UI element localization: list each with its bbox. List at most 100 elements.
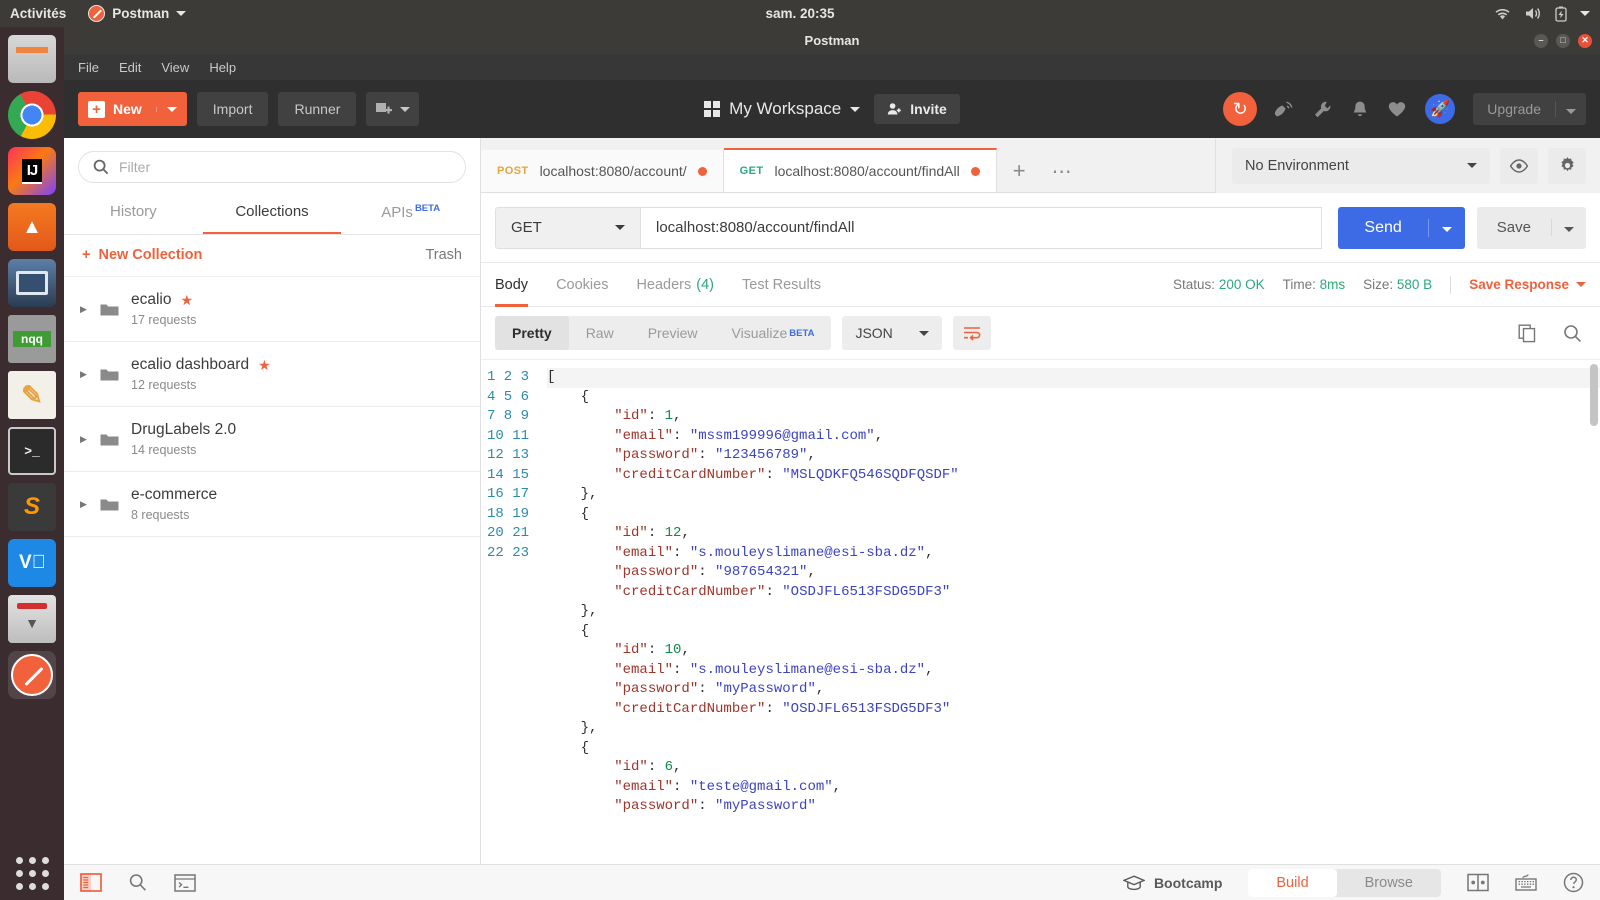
response-tab-headers[interactable]: Headers (4) bbox=[636, 263, 714, 307]
save-response-label: Save Response bbox=[1469, 277, 1569, 292]
view-mode-visualize[interactable]: Visualize BETA bbox=[715, 316, 832, 350]
system-clock[interactable]: sam. 20:35 bbox=[0, 6, 1600, 21]
heart-icon[interactable] bbox=[1387, 100, 1407, 119]
view-mode-preview[interactable]: Preview bbox=[631, 316, 715, 350]
collection-item-ecalio-dashboard[interactable]: ▶ ecalio dashboard ★ 12 requests bbox=[64, 342, 480, 407]
upgrade-caret[interactable] bbox=[1555, 101, 1586, 117]
environment-quick-look-button[interactable] bbox=[1500, 147, 1538, 184]
trash-button[interactable]: Trash bbox=[425, 247, 462, 263]
url-input[interactable]: localhost:8080/account/findAll bbox=[641, 206, 1323, 249]
response-format-selector[interactable]: JSON bbox=[842, 316, 942, 350]
maximize-button[interactable]: □ bbox=[1556, 33, 1570, 48]
response-tab-test-results[interactable]: Test Results bbox=[742, 263, 821, 307]
dock-item-terminal[interactable]: >_ bbox=[8, 427, 56, 475]
collection-item-e-commerce[interactable]: ▶ e-commerce 8 requests bbox=[64, 472, 480, 537]
chevron-down-icon[interactable] bbox=[1580, 11, 1590, 16]
close-button[interactable]: ✕ bbox=[1578, 33, 1592, 48]
response-scrollbar[interactable] bbox=[1590, 364, 1598, 426]
code-line: "id": 1, bbox=[547, 407, 1600, 427]
sidebar-tab-apis[interactable]: APIs BETA bbox=[341, 193, 480, 234]
volume-icon bbox=[1526, 8, 1540, 19]
save-dropdown-caret[interactable] bbox=[1551, 219, 1586, 236]
workspace-selector[interactable]: My Workspace bbox=[704, 99, 861, 119]
menu-edit[interactable]: Edit bbox=[119, 60, 141, 75]
save-button[interactable]: Save bbox=[1476, 206, 1586, 249]
new-tab-button[interactable]: + bbox=[997, 150, 1042, 192]
dock-item-postman[interactable] bbox=[8, 651, 56, 699]
view-mode-raw[interactable]: Raw bbox=[569, 316, 631, 350]
dock-item-files[interactable] bbox=[8, 35, 56, 83]
response-tab-cookies[interactable]: Cookies bbox=[556, 263, 608, 307]
dock-item-text-editor[interactable] bbox=[8, 371, 56, 419]
filter-input[interactable]: Filter bbox=[78, 151, 466, 183]
keyboard-shortcuts-icon[interactable] bbox=[1515, 873, 1537, 892]
browse-tab[interactable]: Browse bbox=[1337, 869, 1441, 897]
new-window-button[interactable] bbox=[366, 92, 420, 126]
chevron-right-icon[interactable]: ▶ bbox=[80, 369, 88, 380]
dock-item-intellij-idea[interactable]: IJ bbox=[8, 147, 56, 195]
sync-icon[interactable]: ↻ bbox=[1223, 92, 1258, 126]
menu-help[interactable]: Help bbox=[209, 60, 236, 75]
minimize-button[interactable]: – bbox=[1534, 33, 1548, 48]
collection-item-ecalio[interactable]: ▶ ecalio ★ 17 requests bbox=[64, 277, 480, 342]
dock-item-virtualbox[interactable] bbox=[8, 259, 56, 307]
save-response-button[interactable]: Save Response bbox=[1469, 277, 1586, 292]
rocket-icon[interactable]: 🚀 bbox=[1425, 94, 1456, 124]
search-icon[interactable] bbox=[1563, 324, 1582, 343]
activities-button[interactable]: Activités bbox=[10, 6, 66, 21]
response-tab-body[interactable]: Body bbox=[495, 263, 529, 307]
satellite-icon[interactable] bbox=[1275, 100, 1295, 119]
star-icon: ★ bbox=[258, 356, 271, 373]
bootcamp-button[interactable]: Bootcamp bbox=[1122, 875, 1222, 891]
dock-item-sublime-text[interactable]: S bbox=[8, 483, 56, 531]
request-tab-get[interactable]: GET localhost:8080/account/findAll bbox=[723, 148, 997, 192]
new-dropdown-caret[interactable] bbox=[155, 106, 187, 112]
dock-item-google-chrome[interactable] bbox=[8, 91, 56, 139]
import-button[interactable]: Import bbox=[196, 92, 269, 126]
word-wrap-button[interactable] bbox=[952, 316, 991, 350]
tab-options-button[interactable]: ⋯ bbox=[1042, 150, 1082, 192]
dock-item-notepadqq[interactable]: nqq bbox=[8, 315, 56, 363]
bell-icon[interactable] bbox=[1351, 100, 1369, 119]
new-button[interactable]: + New bbox=[78, 92, 187, 126]
sidebar-toggle-icon[interactable] bbox=[80, 873, 102, 892]
collection-item-druglabels[interactable]: ▶ DrugLabels 2.0 14 requests bbox=[64, 407, 480, 472]
invite-button[interactable]: Invite bbox=[874, 94, 960, 124]
runner-button[interactable]: Runner bbox=[278, 92, 357, 126]
find-icon[interactable] bbox=[128, 873, 148, 892]
show-applications-button[interactable] bbox=[15, 857, 49, 890]
copy-icon[interactable] bbox=[1518, 324, 1537, 343]
settings-button[interactable] bbox=[1548, 147, 1586, 184]
response-body-viewer[interactable]: 1 2 3 4 5 6 7 8 9 10 11 12 13 14 15 16 1… bbox=[481, 359, 1600, 864]
dock-item-vnc-viewer[interactable]: V⃝ bbox=[8, 539, 56, 587]
collection-request-count: 14 requests bbox=[131, 443, 197, 457]
two-pane-icon[interactable] bbox=[1467, 873, 1489, 892]
upgrade-button[interactable]: Upgrade bbox=[1473, 93, 1586, 125]
dock-item-jetbrains-toolbox[interactable]: ▲ bbox=[8, 203, 56, 251]
dock-item-scanner[interactable] bbox=[8, 595, 56, 643]
response-body-code[interactable]: [ { "id": 1, "email": "mssm199996@gmail.… bbox=[539, 360, 1600, 864]
chevron-right-icon[interactable]: ▶ bbox=[80, 499, 88, 510]
view-mode-pretty[interactable]: Pretty bbox=[495, 316, 569, 350]
wrench-icon[interactable] bbox=[1313, 100, 1333, 119]
response-format-bar: Pretty Raw Preview Visualize BETA JSON bbox=[481, 307, 1600, 359]
chevron-right-icon[interactable]: ▶ bbox=[80, 434, 88, 445]
method-selector[interactable]: GET bbox=[495, 206, 641, 249]
build-tab[interactable]: Build bbox=[1248, 868, 1337, 897]
system-tray[interactable] bbox=[1494, 6, 1590, 22]
code-token: "987654321" bbox=[715, 564, 808, 580]
send-dropdown-caret[interactable] bbox=[1427, 218, 1465, 237]
environment-selector[interactable]: No Environment bbox=[1232, 147, 1490, 184]
app-menu-postman[interactable]: Postman bbox=[88, 5, 187, 22]
chevron-right-icon[interactable]: ▶ bbox=[80, 304, 88, 315]
menu-file[interactable]: File bbox=[78, 60, 99, 75]
menu-view[interactable]: View bbox=[161, 60, 189, 75]
console-icon[interactable] bbox=[174, 873, 196, 892]
main-panel: POST localhost:8080/account/ GET localho… bbox=[481, 138, 1600, 864]
send-button[interactable]: Send bbox=[1338, 206, 1465, 249]
request-tab-post[interactable]: POST localhost:8080/account/ bbox=[481, 150, 724, 192]
help-icon[interactable] bbox=[1563, 872, 1584, 893]
new-collection-button[interactable]: + New Collection bbox=[82, 247, 202, 263]
sidebar-tab-history[interactable]: History bbox=[64, 193, 203, 234]
sidebar-tab-collections[interactable]: Collections bbox=[202, 193, 342, 234]
